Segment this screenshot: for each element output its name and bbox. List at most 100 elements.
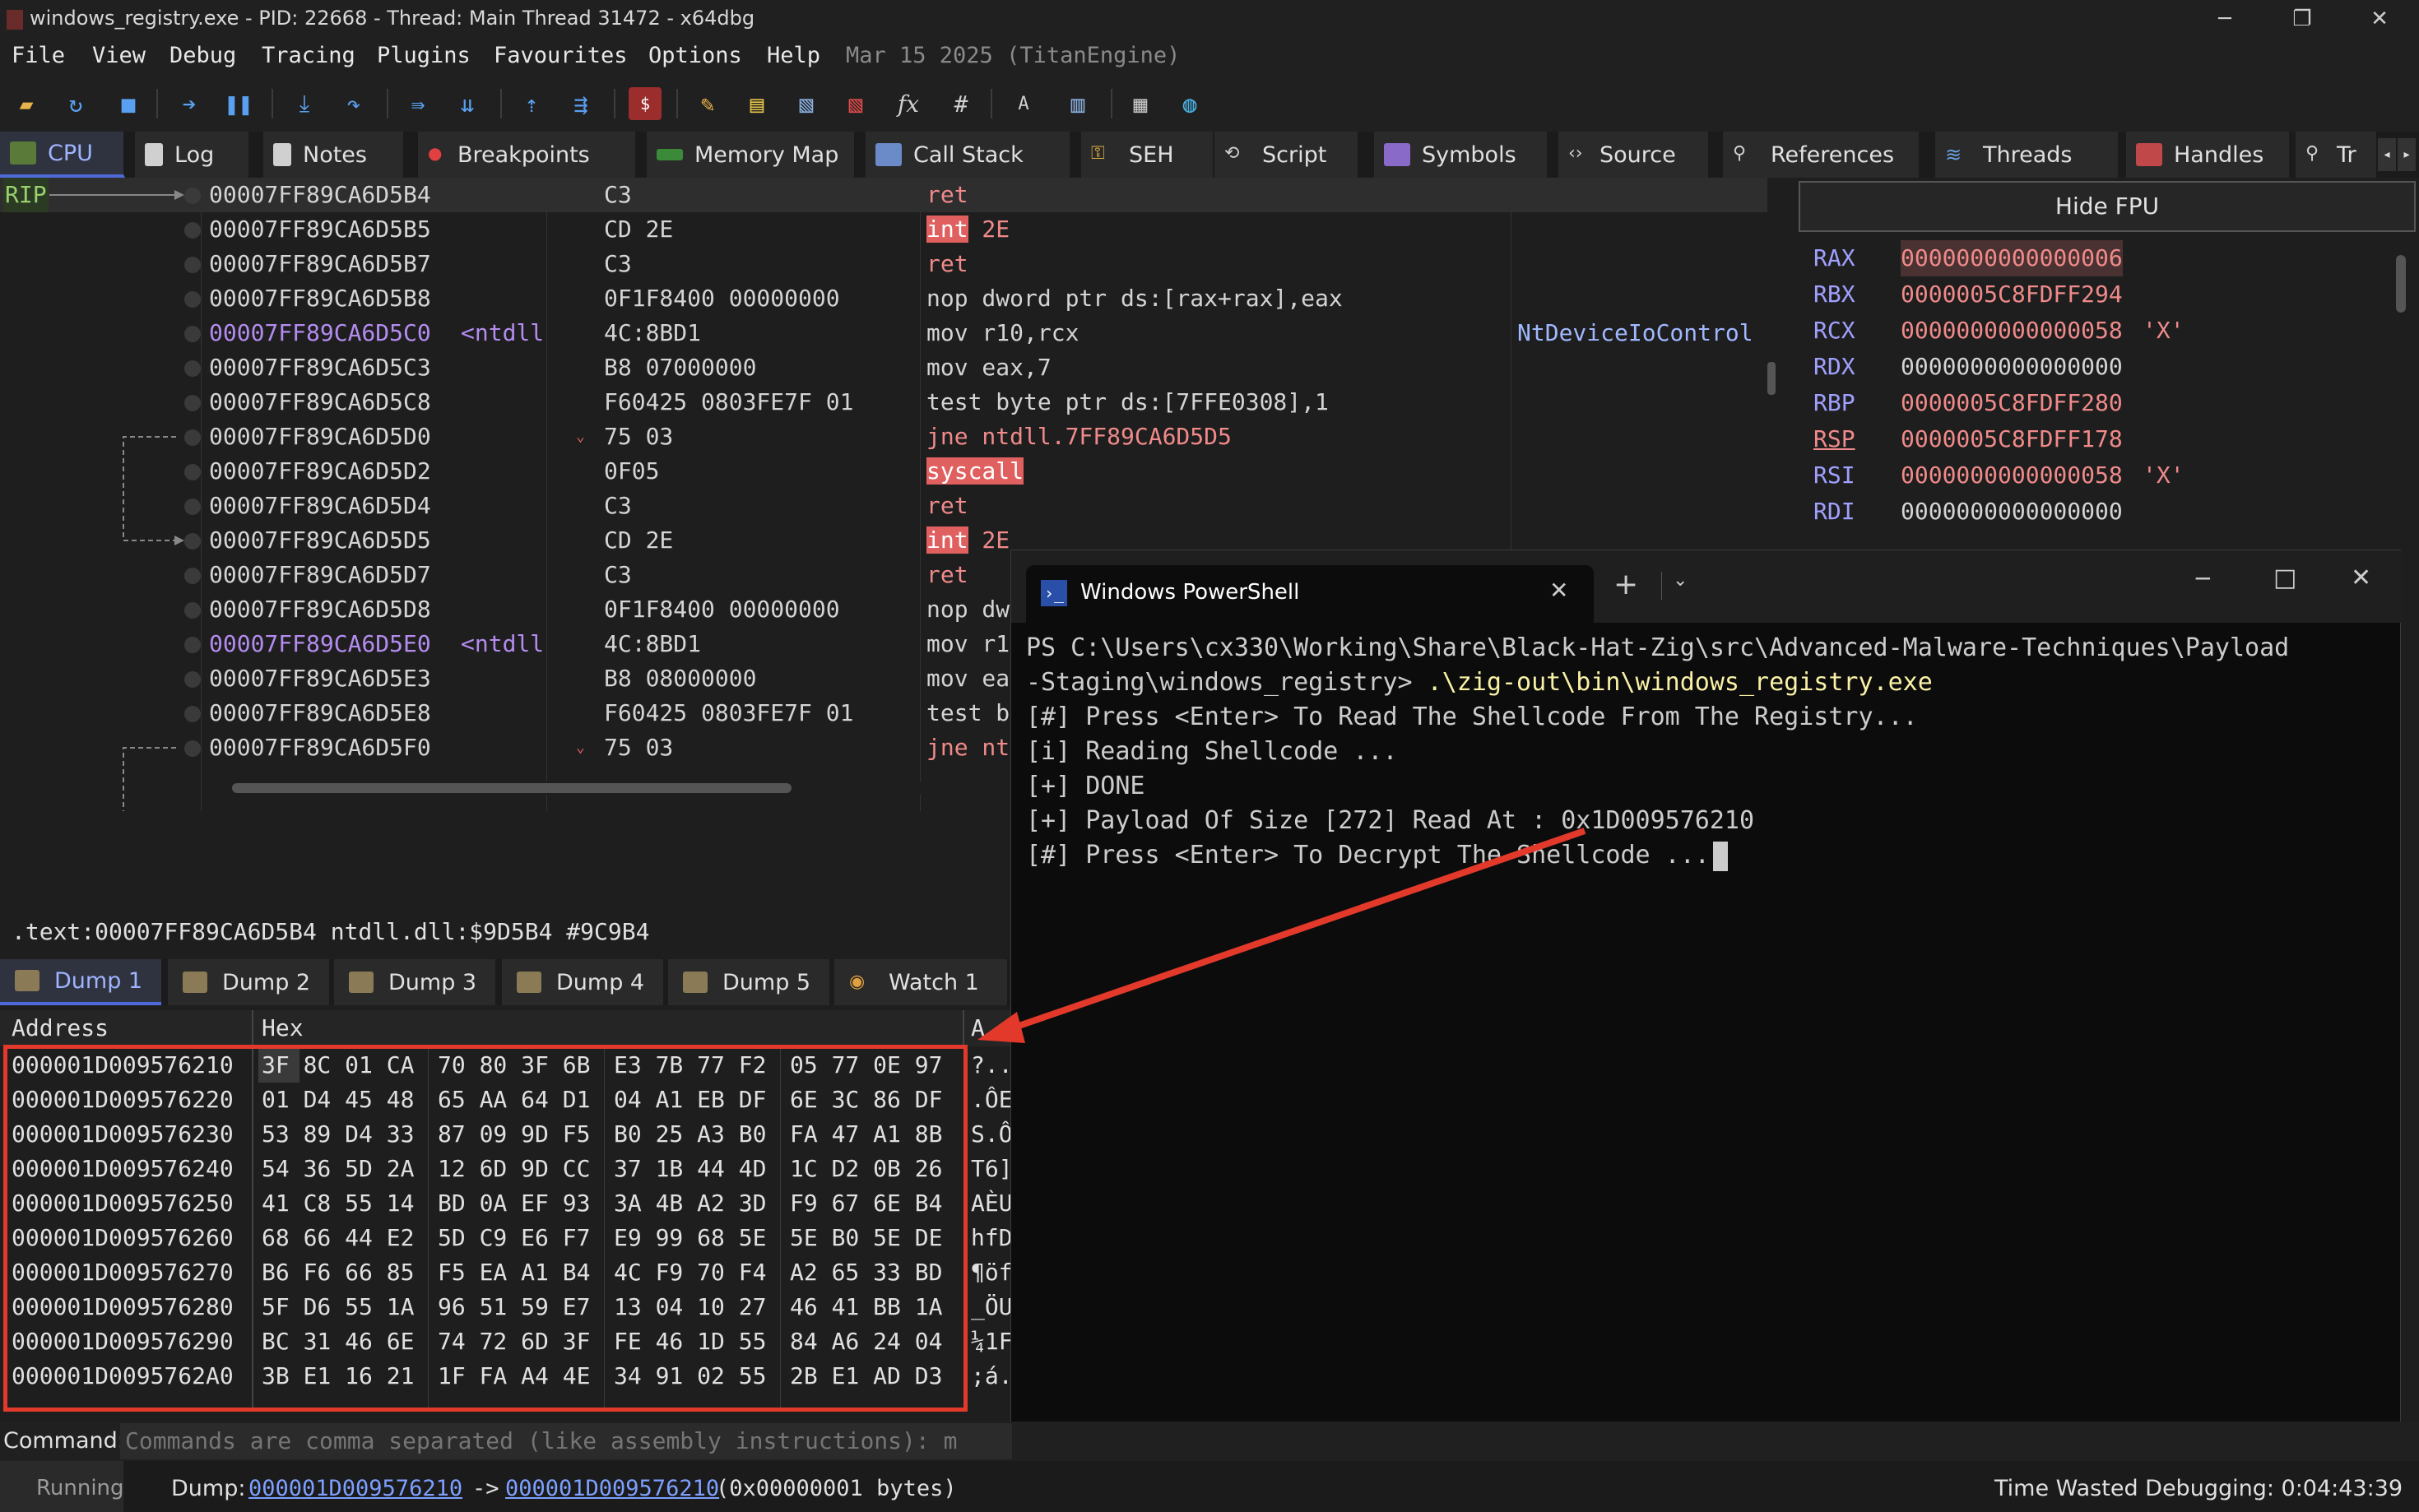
restart-icon[interactable]: ↻ [59, 87, 92, 120]
tab-log[interactable]: Log [135, 132, 250, 178]
open-icon[interactable]: ▰ [10, 87, 43, 120]
menu-file[interactable]: File [12, 43, 65, 68]
labels-icon[interactable]: ▧ [790, 87, 823, 120]
menu-debug[interactable]: Debug [169, 43, 236, 68]
register-row[interactable]: RBX 0000005C8FDFF294 [1813, 276, 2389, 313]
stop-icon[interactable]: ■ [112, 87, 145, 120]
dropdown-icon[interactable]: ⌄ [1673, 570, 1688, 591]
instruction-operand: 2E [968, 526, 1010, 554]
ascii-column-header[interactable]: A [971, 1010, 985, 1046]
disasm-row[interactable]: RIP 00007FF89CA6D5B4 C3 ret [0, 178, 1767, 212]
register-value[interactable]: 0000000000000006 [1901, 240, 2123, 276]
hide-fpu-button[interactable]: Hide FPU [1799, 181, 2416, 232]
tab-dump-5[interactable]: Dump 5 [668, 959, 829, 1005]
pause-icon[interactable]: ❚❚ [222, 87, 255, 120]
powershell-tab[interactable]: ›_ Windows PowerShell ✕ [1026, 565, 1594, 623]
tab-dump-4[interactable]: Dump 4 [502, 959, 663, 1005]
register-row[interactable]: RSI 0000000000000058 'X' [1813, 457, 2389, 494]
menu-plugins[interactable]: Plugins [377, 43, 471, 68]
tab-notes[interactable]: Notes [263, 132, 405, 178]
run-icon[interactable]: ➔ [173, 87, 206, 120]
ps-minimize-button[interactable]: ─ [2196, 565, 2210, 592]
ps-maximize-button[interactable]: □ [2273, 564, 2296, 592]
disasm-row[interactable]: 00007FF89CA6D5C8 F60425 0803FE7F 01 test b… [0, 385, 1767, 420]
register-value[interactable]: 0000005C8FDFF294 [1901, 276, 2123, 313]
register-value[interactable]: 0000000000000000 [1901, 494, 2123, 530]
address-column-header[interactable]: Address [12, 1010, 109, 1046]
tab-script[interactable]: ⟲ Script [1214, 132, 1359, 178]
hscrollbar-thumb[interactable] [232, 783, 792, 793]
globe-icon[interactable]: ◍ [1173, 87, 1206, 120]
register-row[interactable]: RDX 0000000000000000 [1813, 349, 2389, 385]
menu-favourites[interactable]: Favourites [494, 43, 628, 68]
new-tab-icon[interactable]: + [1613, 568, 1638, 601]
register-value[interactable]: 0000000000000058 [1901, 313, 2123, 349]
register-row[interactable]: RDI 0000000000000000 [1813, 494, 2389, 530]
step-over-icon[interactable]: ↷ [337, 87, 370, 120]
disasm-row[interactable]: 00007FF89CA6D5B7 C3 ret [0, 247, 1767, 281]
disasm-row[interactable]: 00007FF89CA6D5B5 CD 2E int 2E [0, 212, 1767, 247]
tab-source[interactable]: ‹› Source [1558, 132, 1710, 178]
disasm-row[interactable]: 00007FF89CA6D5B8 0F1F8400 00000000 nop dwo… [0, 281, 1767, 316]
register-row[interactable]: RCX 0000000000000058 'X' [1813, 313, 2389, 349]
script-icon[interactable]: $ [629, 87, 662, 120]
tab-call-stack[interactable]: Call Stack [866, 132, 1071, 178]
tab-breakpoints[interactable]: ● Breakpoints [418, 132, 637, 178]
tab-references[interactable]: ⚲ References [1723, 132, 1920, 178]
tab-handles[interactable]: Handles [2126, 132, 2291, 178]
execute-till-return-icon[interactable]: ⇡ [515, 87, 548, 120]
menu-tracing[interactable]: Tracing [262, 43, 355, 68]
disasm-row[interactable]: 00007FF89CA6D5D2 0F05 syscall [0, 454, 1767, 489]
register-value[interactable]: 0000005C8FDFF280 [1901, 385, 2123, 421]
register-row[interactable]: RAX 0000000000000006 [1813, 240, 2389, 276]
tab-seh[interactable]: ⚿ SEH [1081, 132, 1214, 178]
menu-options[interactable]: Options [648, 43, 742, 68]
tab-dump-3[interactable]: Dump 3 [334, 959, 495, 1005]
trace-over-icon[interactable]: ⇊ [451, 87, 484, 120]
scrollbar-thumb[interactable] [2396, 255, 2406, 313]
tab-cpu[interactable]: CPU [0, 132, 125, 178]
disasm-row[interactable]: 00007FF89CA6D5C3 B8 07000000 mov eax,7 [0, 350, 1767, 385]
register-value[interactable]: 0000005C8FDFF178 [1901, 421, 2123, 457]
step-into-icon[interactable]: ⤓ [288, 87, 321, 120]
tab-memory-map[interactable]: Memory Map [647, 132, 856, 178]
bookmarks-icon[interactable]: ▧ [839, 87, 872, 120]
variables-icon[interactable]: # [945, 87, 977, 120]
ps-close-button[interactable]: ✕ [2351, 564, 2371, 592]
close-button[interactable]: ✕ [2340, 0, 2419, 39]
bookmark-icon[interactable]: ▥ [1061, 87, 1094, 120]
maximize-button[interactable]: ❐ [2263, 0, 2342, 39]
functions-icon[interactable]: fx [892, 87, 925, 120]
scrollbar-thumb[interactable] [1767, 362, 1776, 395]
register-row[interactable]: RBP 0000005C8FDFF280 [1813, 385, 2389, 421]
tab-threads[interactable]: ≋ Threads [1935, 132, 2120, 178]
tabs-scroll-right-icon[interactable]: ▸ [2398, 138, 2416, 171]
tab-symbols[interactable]: Symbols [1374, 132, 1548, 178]
menu-view[interactable]: View [92, 43, 146, 68]
minimize-button[interactable]: ─ [2185, 0, 2264, 39]
run-to-user-code-icon[interactable]: ⇶ [564, 87, 597, 120]
tab-dump-1[interactable]: Dump 1 [0, 959, 161, 1005]
trace-into-icon[interactable]: ⇛ [402, 87, 434, 120]
menu-help[interactable]: Help [767, 43, 820, 68]
tab-watch-1[interactable]: ◉ Watch 1 [834, 959, 1007, 1005]
calculator-icon[interactable]: ▦ [1124, 87, 1157, 120]
status-dump-to-link[interactable]: 000001D009576210 [505, 1476, 719, 1501]
command-input[interactable] [120, 1423, 1012, 1459]
patch-icon[interactable]: ✎ [691, 87, 724, 120]
close-tab-icon[interactable]: ✕ [1549, 577, 1568, 604]
disasm-row[interactable]: 00007FF89CA6D5D4 C3 ret [0, 489, 1767, 523]
font-icon[interactable]: A [1007, 87, 1040, 120]
disasm-row[interactable]: 00007FF89CA6D5C0 <ntdll 4C:8BD1 mov r10,rcx… [0, 316, 1767, 350]
register-value[interactable]: 0000000000000000 [1901, 349, 2123, 385]
hex-column-header[interactable]: Hex [262, 1010, 304, 1046]
status-dump-from-link[interactable]: 000001D009576210 [248, 1476, 462, 1501]
cpu-icon [10, 141, 36, 165]
tab-dump-2[interactable]: Dump 2 [168, 959, 329, 1005]
register-value[interactable]: 0000000000000058 [1901, 457, 2123, 494]
comments-icon[interactable]: ▤ [741, 87, 773, 120]
tabs-scroll-left-icon[interactable]: ◂ [2378, 138, 2396, 171]
disasm-row[interactable]: 00007FF89CA6D5D0 75 03 jne ntdll.7FF89CA6D… [0, 420, 1767, 454]
tab-trace[interactable]: ⚲ Tr [2296, 132, 2378, 178]
register-row[interactable]: RSP 0000005C8FDFF178 [1813, 421, 2389, 457]
